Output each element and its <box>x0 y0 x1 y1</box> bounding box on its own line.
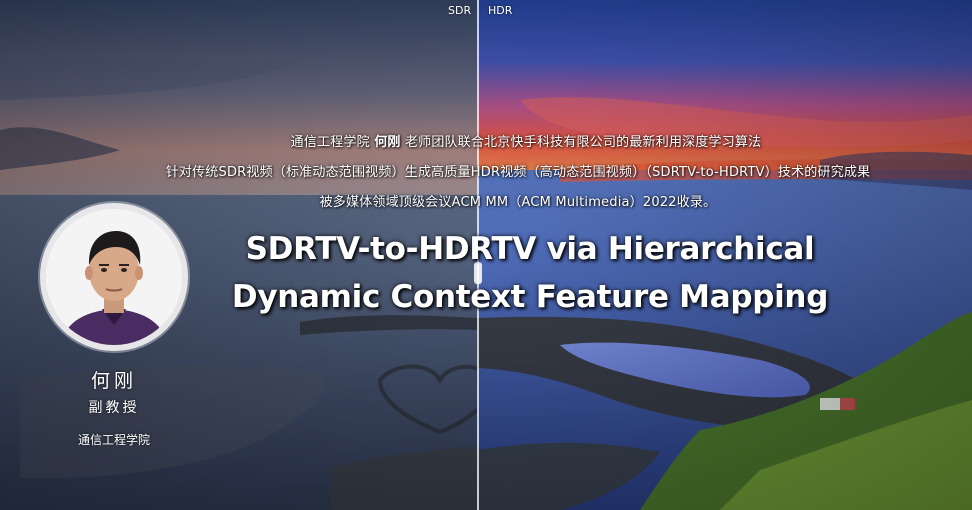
person-name: 何刚 <box>90 370 137 392</box>
avatar <box>40 203 188 351</box>
intro-line-3: 被多媒体领域顶级会议ACM MM（ACM Multimedia）2022收录。 <box>319 195 717 210</box>
person-school: 通信工程学院 <box>77 433 150 447</box>
intro-line-1-post: 老师团队联合北京快手科技有限公司的最新利用深度学习算法 <box>400 135 762 150</box>
portrait-photo <box>46 209 182 345</box>
intro-line-1: 通信工程学院 何刚 老师团队联合北京快手科技有限公司的最新利用深度学习算法 <box>40 131 972 150</box>
intro-line-1-pre: 通信工程学院 <box>290 135 375 150</box>
banner: SDR HDR 通信工程学院 何刚 老师团队联合北京快手科技有限公司的最新利用深… <box>0 0 972 510</box>
intro-line-2: 针对传统SDR视频（标准动态范围视频）生成高质量HDR视频（高动态范围视频）（S… <box>165 165 871 180</box>
portrait-illustration <box>46 209 182 345</box>
intro-teacher-name: 何刚 <box>374 135 401 150</box>
person-rank: 副教授 <box>88 400 140 416</box>
hdr-label: HDR <box>488 4 513 17</box>
sdr-label: SDR <box>448 4 472 17</box>
